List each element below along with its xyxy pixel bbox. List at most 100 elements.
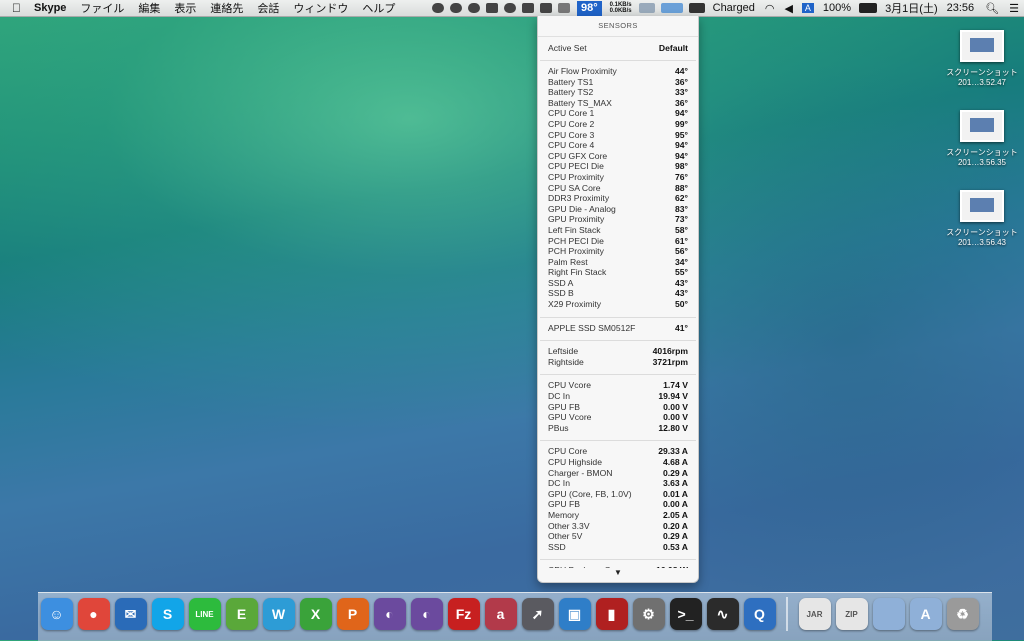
jar-file-icon[interactable]: JAR <box>798 598 831 630</box>
sensor-row: CPU Core 4 94° <box>538 140 698 151</box>
eclipse2-icon[interactable]: ◐ <box>410 598 443 630</box>
sensor-value: 94° <box>675 108 688 119</box>
volume-icon[interactable]: ◀ <box>784 2 792 15</box>
word-icon[interactable]: W <box>262 598 295 630</box>
evernote-status-icon[interactable] <box>431 3 444 13</box>
menu-view[interactable]: 表示 <box>167 0 203 16</box>
finder-icon[interactable]: ☺ <box>40 598 73 630</box>
battery-gauge-icon[interactable] <box>859 3 878 13</box>
sensor-value: 41° <box>675 322 688 333</box>
sensor-row: SSD B 43° <box>538 288 698 299</box>
sensor-row: CPU Core 1 94° <box>538 108 698 119</box>
menu-contacts[interactable]: 連絡先 <box>203 0 250 16</box>
menu-file[interactable]: ファイル <box>73 0 131 16</box>
sensor-label: DC In <box>548 478 570 489</box>
gear-status-icon[interactable] <box>485 3 498 13</box>
preview-icon[interactable]: ▣ <box>558 598 591 630</box>
skype-icon[interactable]: S <box>151 598 184 630</box>
app-menu[interactable]: Skype <box>27 2 73 14</box>
powerpoint-icon[interactable]: P <box>336 598 369 630</box>
active-set-value[interactable]: Default <box>659 38 688 58</box>
scroll-down-icon[interactable]: ▼ <box>538 568 698 582</box>
bell-status-icon[interactable] <box>557 3 570 13</box>
file-name: 201…3.56.43 <box>957 238 1007 247</box>
sensor-value: 19.94 V <box>658 391 688 402</box>
desktop-file-screenshot-1[interactable]: スクリーンショット 201…3.52.47 <box>942 30 1022 88</box>
sensor-row: CPU Core 3 95° <box>538 130 698 141</box>
sensor-label: Memory <box>548 509 580 520</box>
divider <box>540 310 696 318</box>
sensor-label: GPU Proximity <box>548 214 605 225</box>
sensor-label: GPU Die - Analog <box>548 203 616 214</box>
sensor-label: CPU Core 3 <box>548 129 595 140</box>
sensor-label: APPLE SSD SM0512F <box>548 322 636 333</box>
eclipse-icon[interactable]: ◐ <box>373 598 406 630</box>
launchpad-icon[interactable]: ➚ <box>521 598 554 630</box>
sensor-row: Charger - BMON 0.29 A <box>538 468 698 479</box>
menu-help[interactable]: ヘルプ <box>355 0 402 16</box>
thunderbird-icon[interactable]: ✉ <box>114 598 147 630</box>
sensor-label: Battery TS1 <box>548 76 594 87</box>
apple-menu-icon[interactable]:  <box>0 1 27 15</box>
documents-folder-icon[interactable] <box>872 598 905 630</box>
sensor-row: Palm Rest 34° <box>538 257 698 268</box>
desktop-file-screenshot-2[interactable]: スクリーンショット 201…3.56.35 <box>942 110 1022 168</box>
active-set-row[interactable]: Active Set Default <box>538 38 698 58</box>
disk-group: APPLE SSD SM0512F 41° <box>538 323 698 334</box>
sensor-label: Right Fin Stack <box>548 267 607 278</box>
divider <box>540 58 696 61</box>
record-status-icon[interactable] <box>467 3 480 13</box>
sensor-row: PBus 12.80 V <box>538 423 698 434</box>
desktop-file-screenshot-3[interactable]: スクリーンショット 201…3.56.43 <box>942 190 1022 248</box>
notification-center-icon[interactable]: ☰ <box>1009 2 1019 15</box>
sensor-row: SSD A 43° <box>538 278 698 289</box>
dropbox-status-icon[interactable] <box>539 3 552 13</box>
menu-conversation[interactable]: 会話 <box>250 0 286 16</box>
menu-edit[interactable]: 編集 <box>131 0 167 16</box>
activity-monitor-icon[interactable]: ∿ <box>706 598 739 630</box>
sensor-row: Left Fin Stack 58° <box>538 225 698 236</box>
display-status-icon[interactable] <box>521 3 534 13</box>
sensor-value: 98° <box>675 161 688 172</box>
dictionary-icon[interactable]: a <box>484 598 517 630</box>
sensor-value: 62° <box>675 193 688 204</box>
battery-icon[interactable] <box>688 3 705 13</box>
battery-status-text[interactable]: Charged <box>713 2 755 14</box>
terminal-icon[interactable]: >_ <box>669 598 702 630</box>
sensor-row: CPU Vcore 1.74 V <box>538 380 698 391</box>
memory-meter-icon[interactable] <box>660 3 683 13</box>
clock-text[interactable]: 23:56 <box>947 2 975 14</box>
system-prefs-icon[interactable]: ⚙ <box>632 598 665 630</box>
file-name: 201…3.52.47 <box>957 78 1007 87</box>
sensor-value: 43° <box>675 288 688 299</box>
quicktime-icon[interactable]: Q <box>743 598 776 630</box>
trash-icon[interactable]: ♻ <box>946 598 979 630</box>
sensor-label: X29 Proximity <box>548 299 602 310</box>
chat-status-icon[interactable] <box>449 3 462 13</box>
excel-icon[interactable]: X <box>299 598 332 630</box>
line-icon[interactable]: LINE <box>188 598 221 630</box>
skype-status-icon[interactable] <box>503 3 516 13</box>
applications-folder-icon[interactable]: A <box>909 598 942 630</box>
input-method-icon[interactable]: A <box>801 3 814 13</box>
temperature-menu[interactable]: 98° <box>576 0 602 16</box>
evernote-icon[interactable]: E <box>225 598 258 630</box>
chrome-icon[interactable]: ● <box>77 598 110 630</box>
filezilla-icon[interactable]: Fz <box>447 598 480 630</box>
sensor-row: Battery TS_MAX 36° <box>538 98 698 109</box>
wifi-icon[interactable]: ◠ <box>765 2 775 15</box>
battery-percent[interactable]: 100% <box>823 2 851 14</box>
menu-window[interactable]: ウィンドウ <box>286 0 355 16</box>
zip-file-icon[interactable]: ZIP <box>835 598 868 630</box>
sensor-label: Left Fin Stack <box>548 224 601 235</box>
spotlight-icon[interactable]: 🔍︎ <box>985 2 999 15</box>
sensor-row: Battery TS2 33° <box>538 87 698 98</box>
photo-booth-icon[interactable]: ▮ <box>595 598 628 630</box>
sensor-label: Air Flow Proximity <box>548 66 617 76</box>
temperature-group: Air Flow Proximity 44° Battery TS1 36° Batte… <box>538 66 698 310</box>
cpu-meter-icon[interactable] <box>638 3 655 13</box>
sensor-value: 29.33 A <box>658 446 688 457</box>
sensor-label: Other 5V <box>548 531 583 542</box>
sensor-row: Other 5V 0.29 A <box>538 531 698 542</box>
date-text[interactable]: 3月1日(土) <box>885 0 938 16</box>
